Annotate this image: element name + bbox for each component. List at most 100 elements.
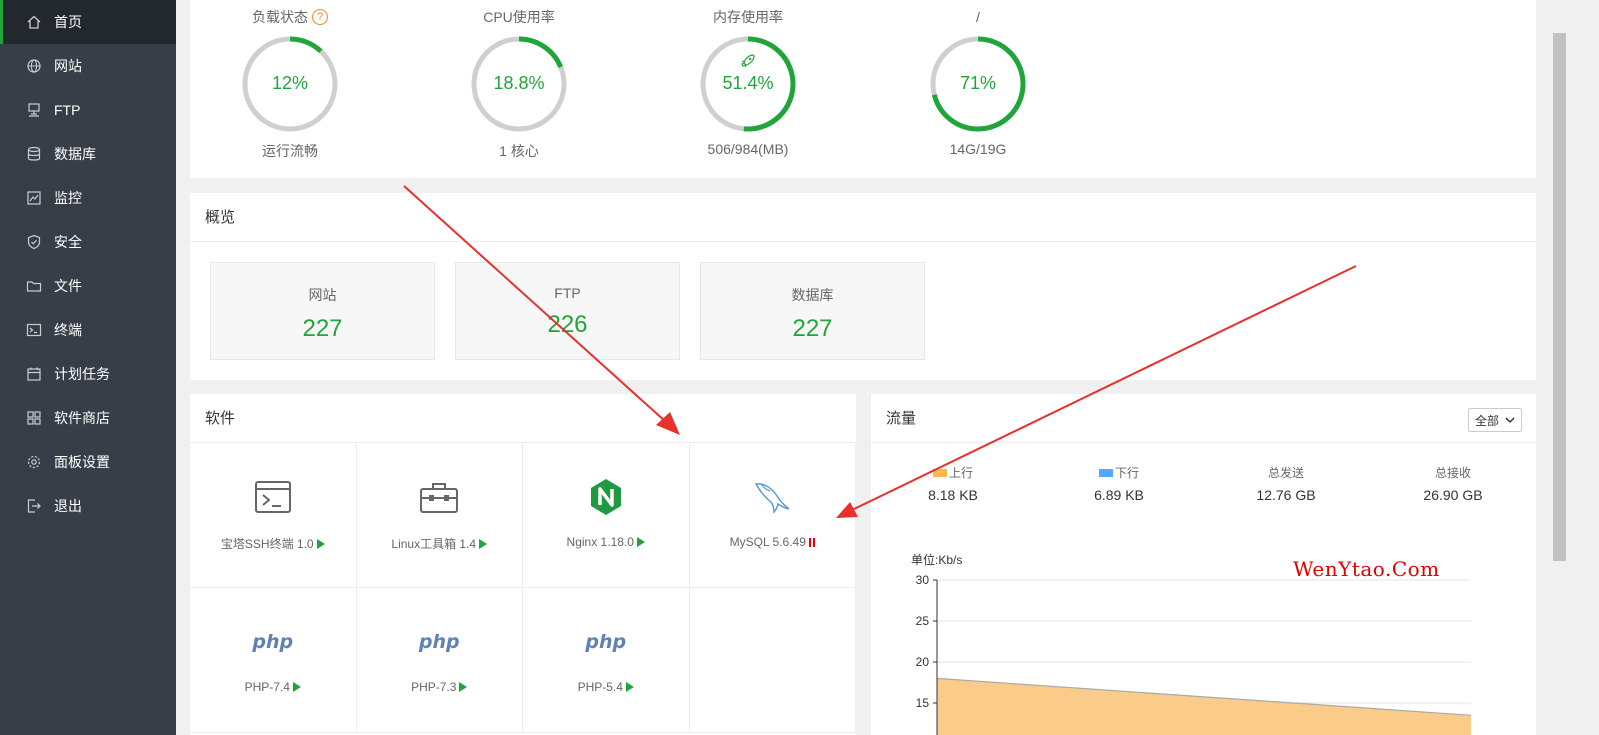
traffic-stat-2: 总发送 12.76 GB [1206, 464, 1366, 503]
sidebar-item-label: 文件 [54, 278, 82, 294]
software-label: Nginx 1.18.0 [566, 535, 634, 549]
traffic-title: 流量 [871, 394, 1536, 443]
play-icon[interactable] [479, 539, 488, 549]
monitor-icon [26, 190, 42, 206]
sidebar-item-7[interactable]: 终端 [0, 308, 176, 352]
gauge-ring: 12% [240, 34, 340, 134]
legend-swatch [932, 468, 947, 477]
mysql-dolphin-icon [690, 477, 856, 517]
terminal-window-icon [190, 477, 356, 517]
sidebar-item-5[interactable]: 安全 [0, 220, 176, 264]
php-icon: php [252, 631, 294, 653]
grid-icon [26, 410, 42, 426]
overview-label: 数据库 [791, 287, 834, 303]
sidebar-item-label: 退出 [54, 498, 82, 514]
gauge-sub: 506/984(MB) [707, 141, 789, 157]
play-icon[interactable] [292, 682, 301, 692]
overview-count[interactable]: 227 [211, 315, 434, 343]
software-item-2[interactable]: Nginx 1.18.0 [523, 443, 690, 588]
traffic-stat-1: 下行 6.89 KB [1039, 464, 1199, 503]
software-item-0[interactable]: 宝塔SSH终端 1.0 [190, 443, 357, 588]
software-item-4[interactable]: php PHP-7.4 [190, 588, 357, 733]
overview-box-1[interactable]: FTP 226 [455, 262, 680, 360]
help-icon[interactable]: ? [312, 9, 328, 25]
overview-count[interactable]: 226 [456, 311, 679, 339]
software-empty-slot [689, 588, 856, 733]
overview-title: 概览 [190, 193, 1536, 242]
software-item-6[interactable]: php PHP-5.4 [523, 588, 690, 733]
traffic-stat-label: 总接收 [1434, 466, 1471, 480]
traffic-stat-value: 6.89 KB [1094, 487, 1144, 503]
gauge-sub: 1 核心 [499, 143, 539, 159]
gauge-value: 12% [271, 73, 309, 93]
play-icon[interactable] [459, 682, 468, 692]
gauge-3[interactable]: / 71% 14G/19G [908, 0, 1048, 157]
gauge-sub: 运行流畅 [262, 143, 318, 159]
sidebar-item-0[interactable]: 首页 [0, 0, 176, 44]
sidebar-item-1[interactable]: 网站 [0, 44, 176, 88]
traffic-panel: 流量 全部 上行 8.18 KB 下行 6.89 KB 总发送 12.76 GB 总接收 26… [871, 394, 1536, 735]
gauge-ring: 51.4% [698, 34, 798, 134]
gauge-ring: 71% [928, 34, 1028, 134]
php-icon: php [418, 631, 460, 653]
sidebar-item-6[interactable]: 文件 [0, 264, 176, 308]
pause-icon[interactable] [808, 538, 815, 547]
gear-icon [26, 454, 42, 470]
y-tick-label: 15 [916, 696, 930, 710]
toolbox-icon [357, 477, 523, 517]
sidebar-item-label: FTP [54, 102, 81, 118]
sidebar-item-label: 数据库 [54, 146, 96, 162]
range-select-value: 全部 [1475, 413, 1500, 428]
play-icon[interactable] [316, 539, 325, 549]
range-select[interactable]: 全部 [1468, 408, 1522, 432]
sidebar-item-label: 安全 [54, 234, 82, 250]
software-label: MySQL 5.6.49 [729, 535, 806, 549]
software-item-5[interactable]: php PHP-7.3 [356, 588, 523, 733]
folder-icon [26, 278, 42, 294]
series-area-0 [937, 678, 1471, 735]
sidebar-item-3[interactable]: 数据库 [0, 132, 176, 176]
sidebar-item-9[interactable]: 软件商店 [0, 396, 176, 440]
gauge-title: 内存使用率 [713, 9, 783, 25]
overview-count[interactable]: 227 [701, 315, 924, 343]
sidebar-item-2[interactable]: FTP [0, 88, 176, 132]
sidebar-item-8[interactable]: 计划任务 [0, 352, 176, 396]
sidebar-item-10[interactable]: 面板设置 [0, 440, 176, 484]
database-icon [26, 146, 42, 162]
software-item-1[interactable]: Linux工具箱 1.4 [356, 443, 523, 588]
overview-label: 网站 [308, 287, 337, 303]
traffic-stat-value: 8.18 KB [928, 487, 978, 503]
traffic-stat-label: 下行 [1114, 466, 1139, 480]
gauge-title: 负载状态 [252, 9, 308, 25]
globe-icon [26, 58, 42, 74]
gauge-2[interactable]: 内存使用率 51.4% 506/984(MB) [678, 0, 818, 157]
play-icon[interactable] [625, 682, 634, 692]
sidebar-item-label: 计划任务 [54, 366, 110, 382]
traffic-stat-label: 总发送 [1267, 466, 1304, 480]
sidebar-item-label: 首页 [54, 14, 82, 30]
chevron-down-icon [1505, 417, 1515, 424]
sidebar-item-11[interactable]: 退出 [0, 484, 176, 528]
overview-panel: 概览 网站 227 FTP 226 数据库 227 [190, 193, 1536, 380]
gauge-sub: 14G/19G [949, 141, 1007, 157]
calendar-icon [26, 366, 42, 382]
play-icon[interactable] [636, 537, 645, 547]
traffic-chart: 30 25 20 15 [916, 573, 1472, 735]
overview-label: FTP [554, 285, 581, 301]
sidebar-item-4[interactable]: 监控 [0, 176, 176, 220]
software-label: Linux工具箱 1.4 [391, 537, 477, 551]
nginx-icon [523, 477, 689, 517]
shield-icon [26, 234, 42, 250]
php-icon: php [585, 631, 627, 653]
scrollbar-thumb[interactable] [1553, 33, 1566, 561]
y-tick-label: 20 [916, 655, 930, 669]
overview-box-0[interactable]: 网站 227 [210, 262, 435, 360]
page-scrollbar[interactable] [1551, 0, 1568, 735]
gauge-0[interactable]: 负载状态? 12% 运行流畅 [220, 0, 360, 161]
traffic-stat-value: 26.90 GB [1423, 487, 1483, 503]
gauge-1[interactable]: CPU使用率 18.8% 1 核心 [449, 0, 589, 161]
sidebar-item-label: 终端 [54, 322, 82, 338]
overview-box-2[interactable]: 数据库 227 [700, 262, 925, 360]
gauge-value: 71% [959, 73, 997, 93]
software-item-3[interactable]: MySQL 5.6.49 [689, 443, 856, 588]
